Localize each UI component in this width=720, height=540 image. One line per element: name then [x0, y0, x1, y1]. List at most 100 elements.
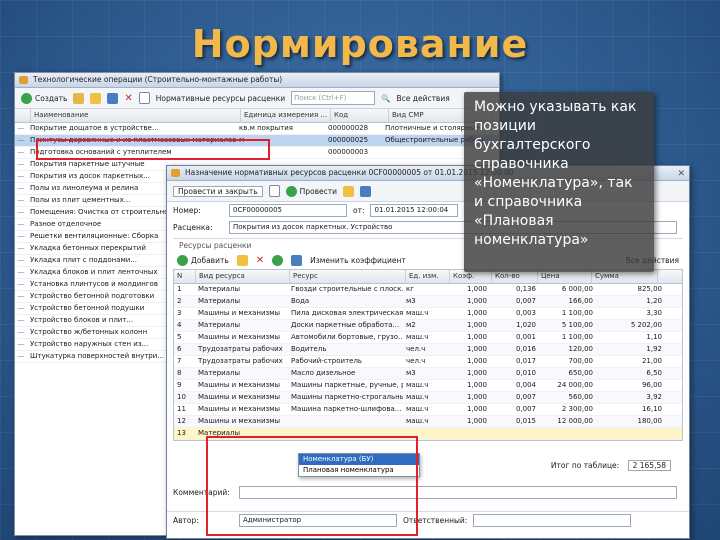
cell-price: 2 300,00 [561, 405, 593, 413]
item-icon: — [17, 280, 25, 288]
norm-resources-button[interactable]: Нормативные ресурсы расценки [156, 94, 285, 103]
resources-grid-body: 1 Материалы Гвозди строительные с плоск...… [174, 284, 682, 440]
col-unit[interactable]: Единица измерения ... [241, 109, 331, 122]
cell-n: 2 [177, 297, 182, 305]
cell-resource[interactable]: Масло дизельное [288, 368, 403, 379]
table-row[interactable]: 7 Трудозатраты рабочих Рабочий-строитель че… [174, 356, 682, 368]
move-up-icon[interactable] [272, 255, 284, 266]
close-icon[interactable]: ✕ [677, 167, 685, 180]
operations-grid-header: Наименование Единица измерения ... Код В… [15, 109, 499, 123]
cell-qty: 0,010 [515, 369, 536, 377]
cell-coef: 1,000 [466, 357, 487, 365]
item-icon: — [17, 184, 25, 192]
cell-unit: м2 [406, 321, 416, 329]
total-label: Итог по таблице: [550, 461, 620, 470]
delete-icon[interactable]: ✕ [124, 93, 132, 104]
cell-unit: маш.ч [406, 393, 429, 401]
cell-n: 9 [177, 381, 182, 389]
item-icon: — [17, 196, 25, 204]
item-icon: — [17, 292, 25, 300]
add-resource-button[interactable]: Добавить [177, 255, 229, 266]
table-row[interactable]: 12 Машины и механизмы маш.ч 1,000 0,015 12 00… [174, 416, 682, 428]
date-field[interactable]: 01.01.2015 12:00:04 [370, 204, 459, 217]
table-row[interactable]: 5 Машины и механизмы Автомобили бортовые, … [174, 332, 682, 344]
cell-resource[interactable]: Машины паркетно-строгальные... [288, 392, 403, 403]
cell-resource[interactable]: Водитель [288, 344, 403, 355]
edit-icon[interactable] [107, 92, 119, 104]
table-row[interactable]: 2 Материалы Вода м3 1,000 0,007 166,00 1,20 [174, 296, 682, 308]
table-row[interactable]: 9 Машины и механизмы Машины паркетные, руч… [174, 380, 682, 392]
col-code[interactable]: Код [331, 109, 389, 122]
save-icon[interactable] [268, 185, 280, 197]
cell-coef: 1,000 [466, 405, 487, 413]
cell-resource[interactable]: Доски паркетные обработа... [288, 320, 403, 331]
cell-resource[interactable]: Машины паркетные, ручные, резчи... [288, 380, 403, 391]
cell-resource-type: Материалы [198, 321, 240, 329]
responsible-field[interactable] [473, 514, 632, 527]
cell-coef: 1,000 [466, 285, 487, 293]
cell-n: 3 [177, 309, 182, 317]
create-button[interactable]: Создать [21, 92, 68, 104]
app-icon [19, 76, 28, 84]
table-row[interactable]: 8 Материалы Масло дизельное м3 1,000 0,010 650… [174, 368, 682, 380]
post-button[interactable]: Провести [285, 185, 337, 197]
change-coef-button[interactable]: Изменить коэффициент [310, 256, 406, 265]
cell-price: 12 000,00 [557, 417, 593, 425]
cell-resource[interactable]: Гвозди строительные с плоск... [288, 284, 403, 295]
cell-resource[interactable]: Вода [288, 296, 403, 307]
structure-icon[interactable] [360, 185, 372, 197]
cell-n: 7 [177, 357, 182, 365]
cell-qty: 1,020 [515, 321, 536, 329]
search-icon[interactable]: 🔍 [381, 94, 390, 103]
number-field[interactable]: 0CF00000005 [229, 204, 347, 217]
cell-resource[interactable]: Пила дисковая электрическая [288, 308, 403, 319]
table-row[interactable]: 1 Материалы Гвозди строительные с плоск...… [174, 284, 682, 296]
cell-n: 11 [177, 405, 186, 413]
cell-sum: 3,30 [646, 309, 662, 317]
cell-sum: 1,20 [646, 297, 662, 305]
app-icon [171, 169, 180, 177]
cell-price: 560,00 [568, 393, 594, 401]
cell-resource[interactable]: Машина паркетно-шлифова... [288, 404, 403, 415]
cell-n: 8 [177, 369, 182, 377]
cell-qty: 0,007 [515, 393, 536, 401]
cell-resource-type: Машины и механизмы [198, 309, 281, 317]
table-row[interactable]: 6 Трудозатраты рабочих Водитель чел.ч 1,000 0… [174, 344, 682, 356]
cell-resource-type: Материалы [198, 285, 240, 293]
item-icon: — [17, 208, 25, 216]
copy-icon[interactable] [90, 92, 102, 104]
cell-resource[interactable]: Рабочий-строитель [288, 356, 403, 367]
table-row[interactable]: 10 Машины и механизмы Машины паркетно-стро… [174, 392, 682, 404]
delete-row-icon[interactable]: ✕ [256, 255, 264, 266]
table-row[interactable]: 11 Машины и механизмы Машина паркетно-шлиф… [174, 404, 682, 416]
col-resource-type[interactable]: Вид ресурса [196, 270, 290, 283]
all-actions-menu[interactable]: Все действия [397, 94, 450, 103]
post-and-close-button[interactable]: Провести и закрыть [173, 185, 263, 197]
cell-qty: 0,016 [515, 345, 536, 353]
document-icon[interactable] [138, 92, 150, 104]
cell-coef: 1,000 [466, 381, 487, 389]
table-row[interactable]: — Покрытие дощатое в устройстве... кв.м по… [15, 123, 499, 135]
cell-name: Покрытие дощатое в устройстве... [30, 124, 159, 132]
cell-resource-type: Материалы [198, 369, 240, 377]
copy-row-icon[interactable] [236, 255, 248, 266]
create-button-label: Создать [35, 93, 68, 103]
col-resource[interactable]: Ресурс [290, 270, 406, 283]
col-unit[interactable]: Ед. изм. [406, 270, 450, 283]
cell-n: 12 [177, 417, 186, 425]
cell-resource[interactable]: Автомобили бортовые, грузо... [288, 332, 403, 343]
col-n[interactable]: N [174, 270, 196, 283]
move-down-icon[interactable] [291, 255, 303, 266]
table-row[interactable]: 3 Машины и механизмы Пила дисковая электри… [174, 308, 682, 320]
cell-resource-type: Трудозатраты рабочих [198, 345, 283, 353]
report-icon[interactable] [343, 185, 355, 197]
cell-price: 166,00 [568, 297, 594, 305]
search-input[interactable]: Поиск (Ctrl+F) [291, 91, 376, 105]
date-label: от: [353, 206, 365, 215]
table-row[interactable]: 4 Материалы Доски паркетные обработа... м2 1… [174, 320, 682, 332]
cell-unit: чел.ч [406, 357, 426, 365]
col-name[interactable]: Наименование [31, 109, 241, 122]
cell-resource[interactable] [288, 416, 403, 427]
total-value: 2 165,58 [627, 460, 671, 471]
add-folder-icon[interactable] [73, 92, 85, 104]
